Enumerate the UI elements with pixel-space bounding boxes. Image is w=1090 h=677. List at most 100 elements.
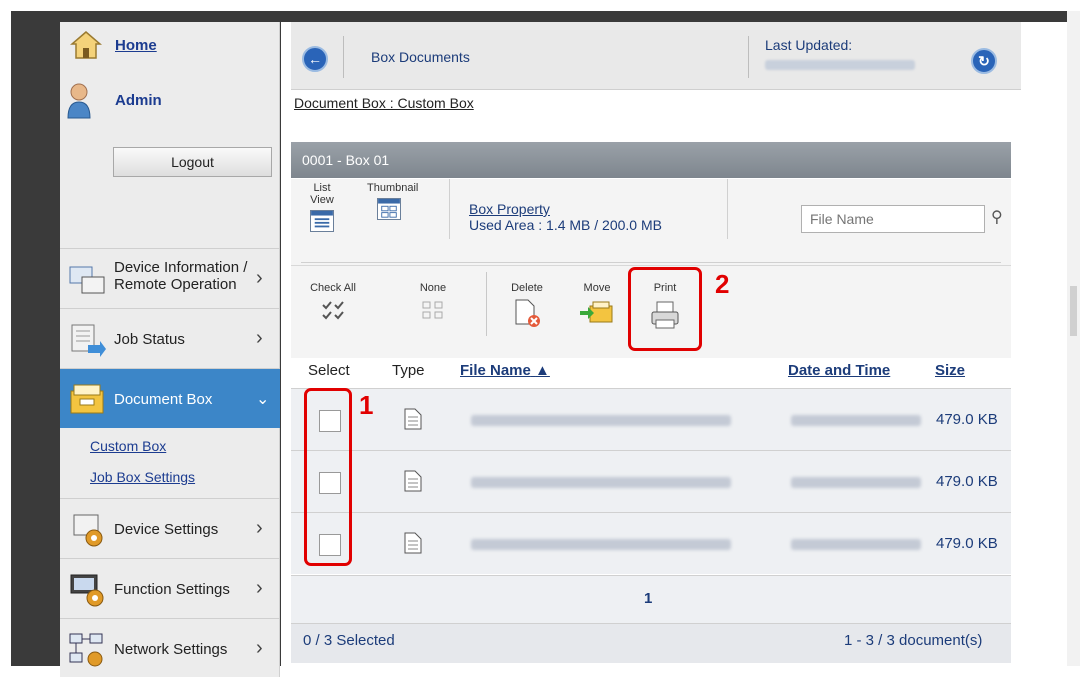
- callout-box-select: [304, 388, 352, 566]
- box-property: Box Property Used Area : 1.4 MB / 200.0 …: [469, 201, 662, 233]
- move-button[interactable]: Move: [579, 282, 615, 329]
- chevron-right-icon: ›: [256, 577, 263, 599]
- chevron-right-icon: ›: [256, 517, 263, 539]
- document-icon: [404, 408, 422, 430]
- main-panel: ← Box Documents Last Updated: ↻ Document…: [281, 22, 1067, 677]
- divider: [727, 179, 728, 239]
- column-select: Select: [308, 362, 350, 379]
- list-view-label: List View: [310, 182, 334, 206]
- refresh-button[interactable]: ↻: [971, 48, 997, 74]
- file-name-blurred[interactable]: [471, 415, 731, 426]
- last-updated-label: Last Updated:: [765, 37, 853, 53]
- sidebar-item-label: Job Status: [114, 331, 185, 348]
- back-button[interactable]: ←: [302, 46, 328, 72]
- list-view-button[interactable]: List View: [302, 182, 342, 235]
- divider: [486, 272, 487, 336]
- chevron-right-icon: ›: [256, 327, 263, 349]
- thumbnail-label: Thumbnail: [367, 182, 419, 194]
- divider: [449, 179, 450, 239]
- sidebar-item-document-box[interactable]: Document Box ⌄: [60, 368, 280, 428]
- chevron-right-icon: ›: [256, 637, 263, 659]
- view-toolbar: List View Thumbnail Box Property Used Ar…: [291, 179, 1011, 265]
- sidebar-item-label: Device Information / Remote Operation: [114, 259, 248, 293]
- search-icon[interactable]: ⚲: [991, 207, 1009, 227]
- sidebar-item-job-status[interactable]: Job Status ›: [60, 308, 280, 368]
- sidebar-item-function-settings[interactable]: Function Settings ›: [60, 558, 280, 618]
- job-status-icon: [71, 324, 106, 357]
- pagination: 1: [291, 575, 1011, 623]
- table-footer: 0 / 3 Selected 1 - 3 / 3 document(s): [291, 623, 1011, 663]
- delete-button[interactable]: Delete: [509, 282, 545, 331]
- document-icon: [404, 532, 422, 554]
- sidebar-item-device-settings[interactable]: Device Settings ›: [60, 498, 280, 558]
- sort-ascending-icon: ▲: [535, 362, 550, 379]
- page-title: Box Documents: [371, 49, 470, 65]
- page-scrollbar[interactable]: [1067, 11, 1080, 666]
- sidebar-item-label: Document Box: [114, 391, 213, 408]
- table-row[interactable]: 479.0 KB: [291, 450, 1011, 512]
- table-row[interactable]: 479.0 KB: [291, 512, 1011, 574]
- breadcrumb[interactable]: Document Box : Custom Box: [294, 95, 474, 111]
- date-time-blurred: [791, 415, 921, 426]
- date-time-blurred: [791, 539, 921, 550]
- page-number[interactable]: 1: [644, 590, 652, 607]
- document-count: 1 - 3 / 3 document(s): [844, 632, 983, 649]
- used-area: Used Area : 1.4 MB / 200.0 MB: [469, 217, 662, 233]
- column-type: Type: [392, 362, 425, 379]
- table-header: Select Type File Name ▲ Date and Time Si…: [291, 358, 1011, 386]
- table-row[interactable]: 479.0 KB: [291, 388, 1011, 450]
- sidebar: Home Admin Logout Device Information / Re…: [60, 22, 280, 677]
- check-all-icon: [322, 301, 344, 320]
- sidebar-item-network-settings[interactable]: Network Settings ›: [60, 618, 280, 677]
- uncheck-all-icon: [422, 301, 443, 319]
- date-time-blurred: [791, 477, 921, 488]
- move-label: Move: [583, 282, 611, 294]
- device-settings-icon: [73, 514, 103, 547]
- sidebar-item-device-information[interactable]: Device Information / Remote Operation ›: [60, 248, 280, 308]
- chevron-down-icon: ⌄: [256, 391, 270, 408]
- file-name-blurred[interactable]: [471, 539, 731, 550]
- user-icon: [67, 83, 91, 119]
- document-icon: [404, 470, 422, 492]
- sidebar-item-label: Network Settings: [114, 641, 228, 658]
- user-row: Admin: [60, 80, 280, 120]
- divider: [301, 262, 1001, 263]
- delete-icon: [515, 299, 540, 327]
- column-date-time-sort[interactable]: Date and Time: [788, 362, 890, 379]
- thumbnail-icon: [377, 198, 401, 220]
- document-box-submenu: Custom Box Job Box Settings: [60, 430, 280, 500]
- none-button[interactable]: None: [415, 282, 451, 323]
- divider: [748, 36, 749, 78]
- check-all-button[interactable]: Check All: [309, 282, 357, 323]
- network-settings-icon: [69, 633, 103, 667]
- scrollbar-thumb[interactable]: [1070, 286, 1077, 336]
- thumbnail-button[interactable]: Thumbnail: [367, 182, 419, 223]
- column-file-name-sort[interactable]: File Name ▲: [460, 362, 550, 379]
- home-row[interactable]: Home: [60, 28, 280, 64]
- callout-box-print: [628, 267, 702, 351]
- file-name-search-input[interactable]: [801, 205, 985, 233]
- top-bar: ← Box Documents Last Updated: ↻: [291, 22, 1021, 90]
- box-header: 0001 - Box 01: [291, 142, 1011, 178]
- sidebar-item-label: Function Settings: [114, 581, 230, 598]
- logout-button[interactable]: Logout: [113, 147, 272, 177]
- column-size-sort[interactable]: Size: [935, 362, 965, 379]
- list-view-icon: [310, 210, 334, 232]
- move-icon: [580, 301, 613, 323]
- device-info-icon: [69, 266, 105, 294]
- box-property-link[interactable]: Box Property: [469, 201, 662, 217]
- selected-count: 0 / 3 Selected: [303, 632, 395, 649]
- sublink-custom-box[interactable]: Custom Box: [90, 438, 166, 454]
- file-size: 479.0 KB: [936, 411, 998, 428]
- delete-label: Delete: [511, 282, 543, 294]
- home-link[interactable]: Home: [115, 37, 157, 54]
- home-icon: [70, 31, 102, 59]
- sidebar-item-label: Device Settings: [114, 521, 219, 538]
- last-updated-value-blurred: [765, 60, 915, 70]
- file-size: 479.0 KB: [936, 535, 998, 552]
- sublink-job-box-settings[interactable]: Job Box Settings: [90, 469, 195, 485]
- user-name: Admin: [115, 92, 162, 109]
- file-name-blurred[interactable]: [471, 477, 731, 488]
- file-size: 479.0 KB: [936, 473, 998, 490]
- chevron-right-icon: ›: [256, 267, 263, 289]
